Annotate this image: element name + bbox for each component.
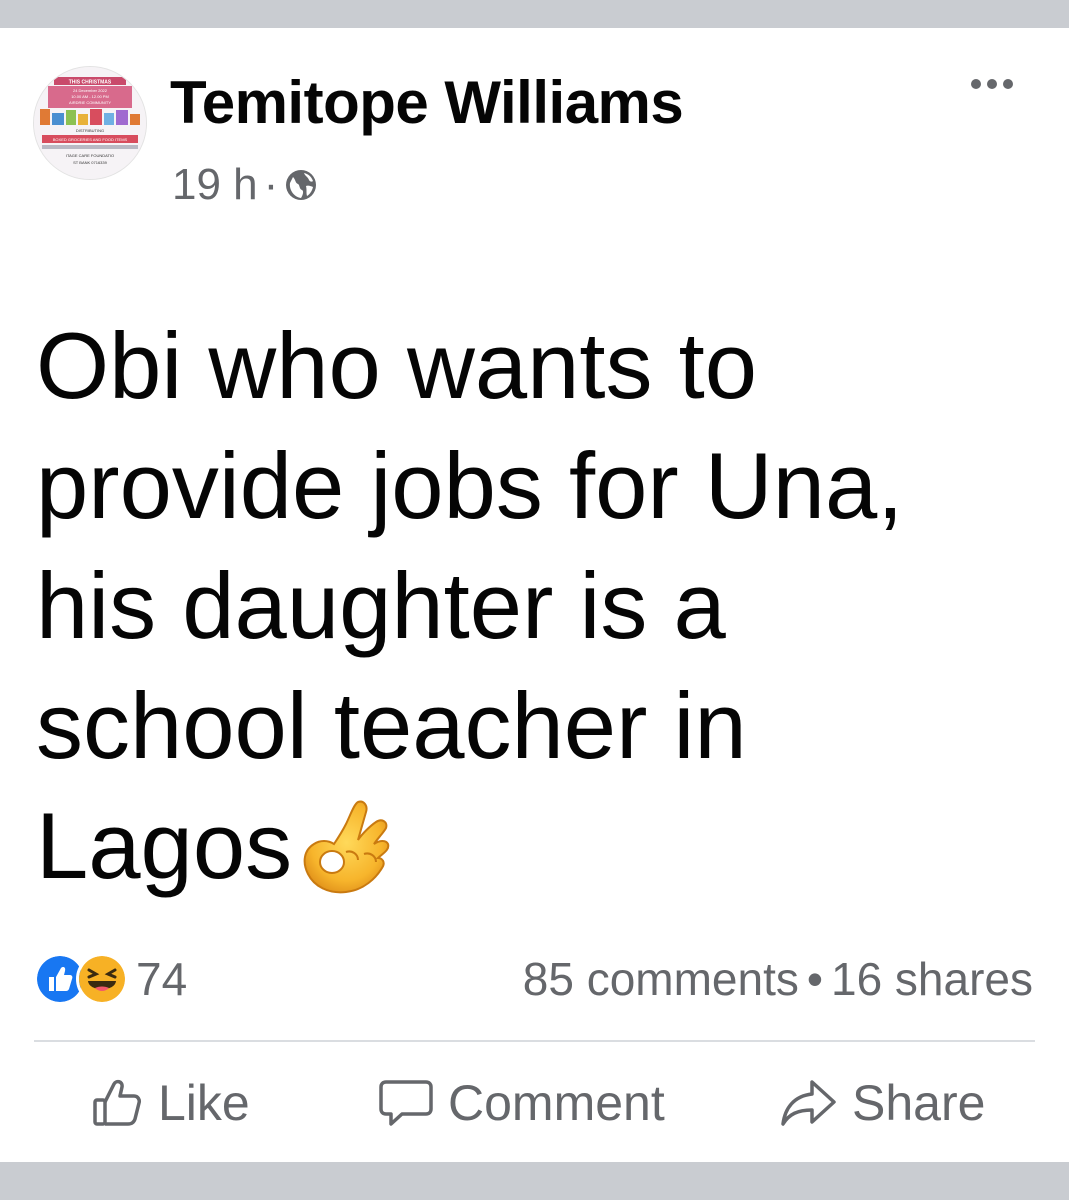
share-button[interactable]: Share xyxy=(780,1074,985,1132)
like-label: Like xyxy=(158,1075,250,1131)
post-text: Obi who wants to provide jobs for Una, h… xyxy=(36,306,1036,906)
share-label: Share xyxy=(852,1075,986,1131)
post-time[interactable]: 19 h xyxy=(172,160,258,210)
avatar-text-2: 10.00 AM - 12.00 PM xyxy=(71,94,109,99)
like-button[interactable]: Like xyxy=(90,1074,250,1132)
avatar-text-5: BOXED GROCERIES AND FOOD ITEMS xyxy=(53,137,128,142)
avatar-text-7: ST BANK 0716339 xyxy=(73,160,108,165)
more-options-button[interactable] xyxy=(960,68,1024,100)
divider xyxy=(34,1040,1035,1042)
shares-count[interactable]: 16 shares xyxy=(831,953,1033,1005)
avatar-text-1: 24 December 2022 xyxy=(73,88,108,93)
post-text-line: provide jobs for Una, xyxy=(36,433,904,538)
post-text-last-line: Lagos xyxy=(36,786,1036,906)
haha-icon xyxy=(76,953,128,1005)
avatar-text-0: THIS CHRISTMAS xyxy=(69,80,112,86)
comment-label: Comment xyxy=(448,1075,665,1131)
comments-count[interactable]: 85 comments xyxy=(523,953,799,1005)
share-arrow-icon xyxy=(781,1080,836,1126)
more-dot-icon xyxy=(987,79,997,89)
reactions-summary[interactable]: 74 xyxy=(34,953,187,1005)
avatar[interactable]: THIS CHRISTMAS 24 December 2022 10.00 AM… xyxy=(33,66,147,180)
meta-separator: · xyxy=(263,160,279,209)
comment-button[interactable]: Comment xyxy=(378,1074,665,1132)
more-dot-icon xyxy=(1003,79,1013,89)
avatar-text-4: DISTRIBUTING xyxy=(76,128,104,133)
more-dot-icon xyxy=(971,79,981,89)
post-text-line: Lagos xyxy=(36,793,293,898)
avatar-text-6: ITAGE CARE FOUNDATIO xyxy=(66,153,114,158)
author-name[interactable]: Temitope Williams xyxy=(170,68,684,137)
post-text-line: Obi who wants to xyxy=(36,313,758,418)
avatar-image: THIS CHRISTMAS 24 December 2022 10.00 AM… xyxy=(34,67,146,179)
post-meta: 19 h · xyxy=(172,160,318,210)
post-text-line: his daughter is a xyxy=(36,553,726,658)
reaction-count: 74 xyxy=(136,953,188,1005)
globe-icon xyxy=(286,170,317,200)
thumbs-up-icon xyxy=(93,1079,141,1126)
post-text-line: school teacher in xyxy=(36,673,747,778)
post-card: THIS CHRISTMAS 24 December 2022 10.00 AM… xyxy=(0,28,1069,1162)
ok-hand-emoji xyxy=(303,800,390,894)
avatar-text-3: AIRDRIE COMMUNITY xyxy=(69,100,111,105)
action-bar: Like Comment Share xyxy=(34,1058,1035,1148)
engagement-counts: 85 comments • 16 shares xyxy=(523,952,1033,1006)
comment-icon xyxy=(379,1080,433,1126)
counts-separator: • xyxy=(806,953,823,1005)
